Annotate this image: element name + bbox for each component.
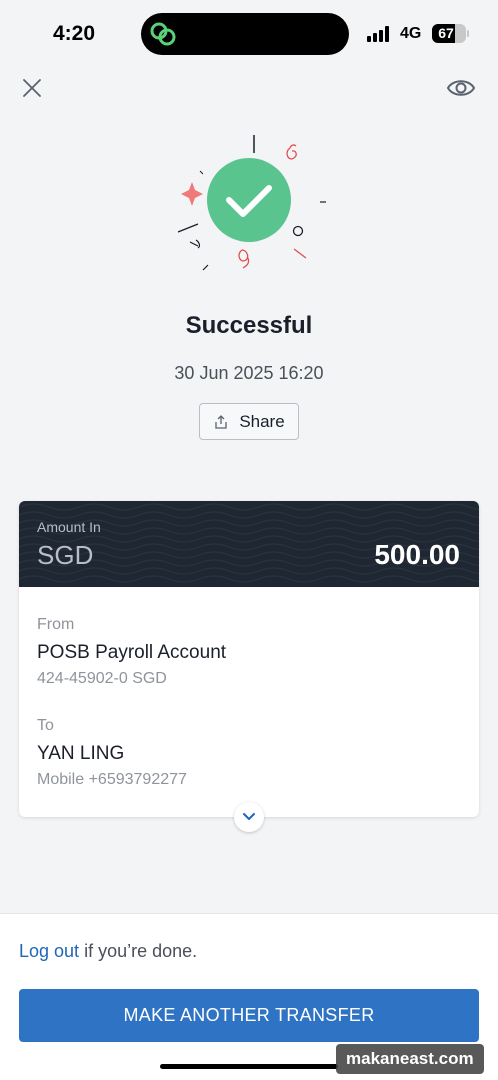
watermark: makaneast.com [336, 1044, 484, 1074]
logout-suffix: if you’re done. [79, 941, 198, 961]
battery-tip [467, 30, 469, 37]
amount-label: Amount In [37, 519, 101, 535]
close-icon[interactable] [20, 76, 44, 100]
signal-icon [367, 26, 393, 42]
receipt-card: Amount In SGD 500.00 From POSB Payroll A… [19, 501, 479, 817]
recipient-name: YAN LING [37, 743, 125, 764]
dynamic-island [141, 13, 349, 55]
expand-details-button[interactable] [234, 802, 264, 832]
status-bar: 4:20 4G 67 [0, 0, 498, 66]
to-label: To [37, 717, 54, 734]
amount-value: 500.00 [374, 539, 460, 570]
amount-header: Amount In SGD 500.00 [19, 501, 479, 587]
logout-prompt: Log out if you’re done. [19, 941, 197, 962]
from-account-name: POSB Payroll Account [37, 642, 227, 663]
eye-icon[interactable] [445, 74, 477, 102]
link-icon [150, 22, 176, 46]
success-illustration [177, 135, 326, 271]
home-indicator [160, 1064, 338, 1069]
make-another-transfer-button[interactable]: MAKE ANOTHER TRANSFER [19, 989, 479, 1042]
currency-code: SGD [37, 540, 94, 570]
sparkle-icon [181, 182, 203, 206]
success-circle [207, 158, 291, 242]
network-type: 4G [400, 25, 422, 42]
share-label: Share [239, 411, 285, 431]
battery-level: 67 [438, 25, 454, 41]
status-title: Successful [185, 312, 313, 339]
chevron-down-icon [243, 813, 255, 820]
from-account-number: 424-45902-0 SGD [37, 670, 167, 687]
share-button[interactable]: Share [199, 403, 299, 440]
share-icon [215, 414, 227, 429]
logout-link[interactable]: Log out [19, 941, 79, 961]
from-label: From [37, 616, 75, 633]
status-time: 4:20 [53, 22, 96, 45]
transaction-datetime: 30 Jun 2025 16:20 [174, 363, 324, 383]
battery-icon: 67 [432, 24, 466, 43]
recipient-mobile: Mobile +6593792277 [37, 771, 187, 788]
